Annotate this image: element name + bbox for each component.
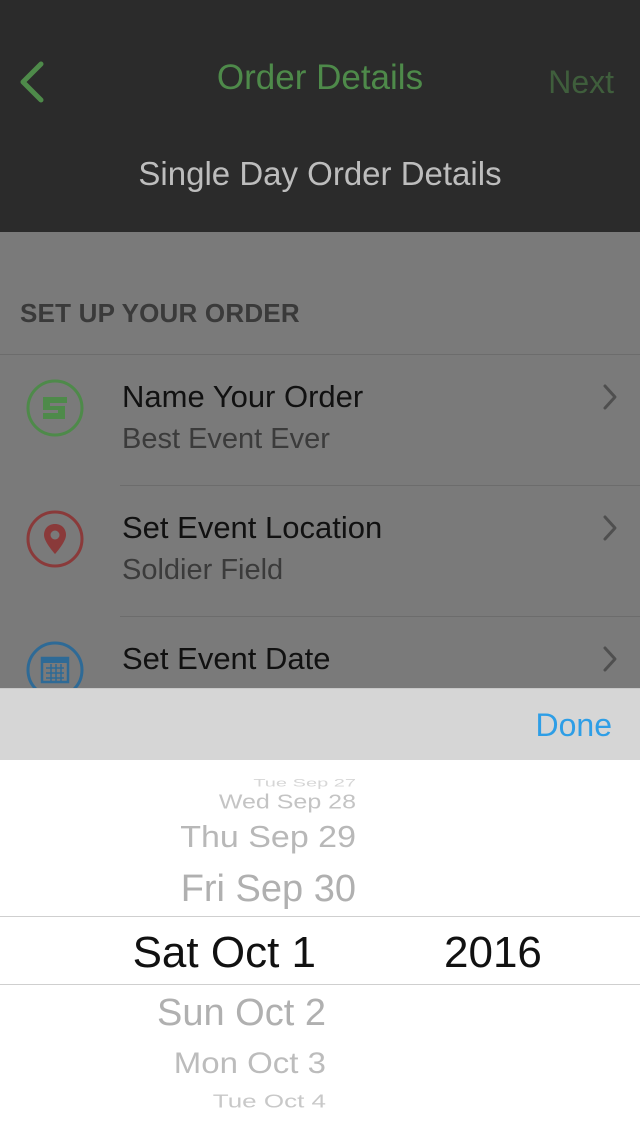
picker-date-option[interactable]: Sun Oct 2 [80, 992, 326, 1035]
chevron-right-icon [603, 384, 617, 410]
order-name-icon [24, 377, 86, 439]
next-button[interactable]: Next [548, 64, 614, 101]
picker-date-option[interactable]: Mon Oct 3 [80, 1046, 326, 1080]
navigation-bar: Order Details Next Single Day Order Deta… [0, 0, 640, 232]
order-setup-content: SET UP YOUR ORDER Name Your Order Best E… [0, 232, 640, 699]
page-title: Order Details [216, 58, 424, 97]
list-item-name-order[interactable]: Name Your Order Best Event Ever [0, 355, 640, 486]
picker-selected-date[interactable]: Sat Oct 1 [80, 928, 316, 978]
picker-selected-year[interactable]: 2016 [444, 928, 542, 978]
chevron-right-icon [603, 515, 617, 541]
row-title: Name Your Order [122, 379, 364, 414]
picker-date-option[interactable]: Fri Sep 30 [120, 868, 356, 911]
picker-date-option[interactable]: Tue Oct 4 [80, 1091, 326, 1113]
row-title: Set Event Location [122, 510, 383, 545]
picker-date-option[interactable]: Thu Sep 29 [120, 820, 356, 855]
row-title: Set Event Date [122, 641, 331, 676]
page-subtitle: Single Day Order Details [138, 155, 502, 192]
picker-toolbar: Done [0, 688, 640, 760]
picker-date-option[interactable]: Wed Sep 28 [130, 791, 356, 814]
date-picker[interactable]: Tue Sep 27 Wed Sep 28 Thu Sep 29 Fri Sep… [0, 760, 640, 1136]
map-pin-icon [24, 508, 86, 570]
row-subtitle: Soldier Field [122, 554, 284, 586]
picker-date-option[interactable]: Tue Sep 27 [150, 777, 356, 790]
row-subtitle: Best Event Ever [122, 423, 330, 455]
done-button[interactable]: Done [536, 707, 613, 744]
list-item-event-location[interactable]: Set Event Location Soldier Field [0, 486, 640, 617]
section-header: SET UP YOUR ORDER [20, 298, 300, 328]
chevron-right-icon [603, 646, 617, 672]
